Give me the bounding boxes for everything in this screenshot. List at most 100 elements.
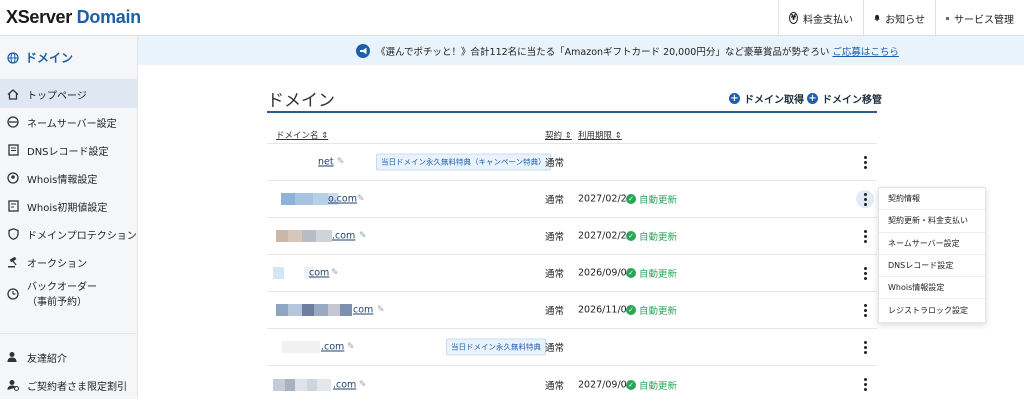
payment-button[interactable]: ¥ 料金支払い xyxy=(778,0,863,36)
row-menu-button[interactable] xyxy=(856,264,874,282)
sidebar-item-whois[interactable]: Whois情報設定 xyxy=(0,164,137,192)
auto-renew-status: ✓ 自動更新 xyxy=(626,192,677,206)
edit-pencil-icon[interactable]: ✎ xyxy=(377,305,385,315)
domain-name-link[interactable]: net xyxy=(318,157,334,168)
sidebar: ドメイン トップページ ネームサーバー設定 DNSレコード設定 Whois情報設… xyxy=(0,36,138,399)
bell-icon xyxy=(874,14,880,22)
row-menu-button[interactable] xyxy=(856,227,874,245)
notice-button[interactable]: お知らせ xyxy=(863,0,935,36)
contract-status: 通常 xyxy=(545,306,565,317)
menu-item-nameserver[interactable]: ネームサーバー設定 xyxy=(879,233,985,255)
edit-pencil-icon[interactable]: ✎ xyxy=(337,157,345,167)
top-header: XServer Domain ¥ 料金支払い お知らせ サービス管理 xyxy=(0,0,1024,36)
check-circle-icon: ✓ xyxy=(626,268,636,278)
sidebar-item-auction[interactable]: オークション xyxy=(0,248,137,276)
expiry-date: 2026/09/09 xyxy=(578,267,633,279)
auto-renew-status: ✓ 自動更新 xyxy=(626,266,677,280)
dns-record-icon xyxy=(7,144,19,156)
menu-item-dns-record[interactable]: DNSレコード設定 xyxy=(879,255,985,278)
edit-pencil-icon[interactable]: ✎ xyxy=(359,380,367,390)
contract-status: 通常 xyxy=(545,380,565,392)
auto-renew-status: ✓ 自動更新 xyxy=(626,229,677,243)
shield-icon xyxy=(7,228,19,240)
campaign-banner: 《選んでポチッと！》合計112名に当たる「Amazonギフトカード 20,000… xyxy=(138,36,1024,65)
transfer-domain-button[interactable]: + ドメイン移管 xyxy=(807,91,882,106)
sidebar-item-friend-referral[interactable]: 友達紹介 xyxy=(0,343,137,371)
contract-status: 通常 xyxy=(545,195,565,206)
plus-circle-icon: + xyxy=(807,93,818,104)
check-circle-icon: ✓ xyxy=(626,305,636,315)
domain-name-link[interactable]: .com xyxy=(321,342,344,353)
row-menu-button[interactable] xyxy=(856,301,874,319)
campaign-tag: 当日ドメイン永久無料特典（キャンペーン特典） xyxy=(376,153,551,171)
sidebar-item-backorder[interactable]: バックオーダー （事前予約） xyxy=(0,280,137,316)
domain-name-link[interactable]: o.com xyxy=(328,194,357,205)
menu-item-contract-info[interactable]: 契約情報 xyxy=(879,188,985,211)
sidebar-item-member-discount[interactable]: ご契約者さま限定割引 xyxy=(0,371,137,399)
row-menu-button[interactable] xyxy=(856,338,874,356)
contract-status: 通常 xyxy=(545,232,565,243)
sidebar-item-top-page[interactable]: トップページ xyxy=(0,80,137,108)
sidebar-item-nameserver[interactable]: ネームサーバー設定 xyxy=(0,108,137,136)
check-circle-icon: ✓ xyxy=(626,379,636,390)
plus-circle-icon: + xyxy=(729,93,740,104)
contract-status: 通常 xyxy=(545,343,565,354)
table-row: com ✎ 通常 2026/11/01 ✓ 自動更新 xyxy=(267,292,877,329)
sidebar-item-domain-protection[interactable]: ドメインプロテクション xyxy=(0,220,137,248)
xserver-domain-logo[interactable]: XServer Domain xyxy=(6,7,141,28)
sidebar-item-whois-default[interactable]: Whois初期値設定 xyxy=(0,192,137,220)
contract-status: 通常 xyxy=(545,269,565,280)
blurred-domain xyxy=(273,378,331,391)
discount-icon xyxy=(7,379,19,391)
expiry-date: 2027/02/28 xyxy=(578,230,633,242)
sidebar-title[interactable]: ドメイン xyxy=(0,36,138,80)
row-menu-button[interactable] xyxy=(856,190,874,208)
column-contract[interactable]: 契約 ⇕ xyxy=(545,129,572,141)
campaign-tag: 当日ドメイン永久無料特典 xyxy=(446,338,546,356)
expiry-date: 2026/11/01 xyxy=(578,304,633,316)
column-expiry[interactable]: 利用期限 ⇕ xyxy=(578,129,622,141)
edit-pencil-icon[interactable]: ✎ xyxy=(331,268,339,278)
sidebar-item-dns-record[interactable]: DNSレコード設定 xyxy=(0,136,137,164)
megaphone-icon xyxy=(356,43,370,58)
row-menu-button[interactable] xyxy=(856,153,874,171)
edit-pencil-icon[interactable]: ✎ xyxy=(357,194,365,204)
check-circle-icon: ✓ xyxy=(626,231,636,241)
domain-name-link[interactable]: com xyxy=(353,305,373,316)
domain-name-link[interactable]: .com xyxy=(333,379,356,390)
whois-default-icon xyxy=(7,200,19,212)
auto-renew-status: ✓ 自動更新 xyxy=(626,378,677,392)
whois-icon xyxy=(7,172,19,184)
table-row: .com ✎ 当日ドメイン永久無料特典 通常 xyxy=(267,329,877,366)
expiry-date: 2027/09/09 xyxy=(578,379,633,390)
table-row: .com ✎ 通常 2027/09/09 ✓ 自動更新 xyxy=(267,366,877,403)
grid-icon xyxy=(946,16,949,20)
sidebar-divider xyxy=(0,333,137,334)
nameserver-icon xyxy=(7,116,19,128)
menu-item-registrar-lock[interactable]: レジストラロック設定 xyxy=(879,299,985,321)
title-underline xyxy=(267,111,877,113)
campaign-apply-link[interactable]: ご応募はこちら xyxy=(832,44,899,58)
service-menu-button[interactable]: サービス管理 xyxy=(935,0,1024,36)
expiry-date: 2027/02/28 xyxy=(578,193,633,205)
blurred-domain xyxy=(273,267,314,279)
blurred-domain xyxy=(282,341,320,353)
domain-name-link[interactable]: com xyxy=(309,268,329,279)
menu-item-whois[interactable]: Whois情報設定 xyxy=(879,277,985,300)
page-title: ドメイン xyxy=(267,91,335,111)
friend-icon xyxy=(7,351,19,363)
auto-renew-status: ✓ 自動更新 xyxy=(626,303,677,317)
table-row: o.com ✎ 通常 2027/02/28 ✓ 自動更新 xyxy=(267,181,877,218)
column-domain-name[interactable]: ドメイン名 ⇕ xyxy=(276,129,328,141)
domain-name-link[interactable]: .com xyxy=(332,231,355,242)
edit-pencil-icon[interactable]: ✎ xyxy=(359,231,367,241)
backorder-icon xyxy=(7,288,19,300)
acquire-domain-button[interactable]: + ドメイン取得 xyxy=(729,91,804,106)
menu-item-renewal-payment[interactable]: 契約更新・料金支払い xyxy=(879,210,985,233)
row-menu-button[interactable] xyxy=(856,376,874,394)
gavel-icon xyxy=(7,256,19,268)
edit-pencil-icon[interactable]: ✎ xyxy=(347,342,355,352)
domain-table-header: ドメイン名 ⇕ 契約 ⇕ 利用期限 ⇕ xyxy=(267,124,877,144)
table-row: com ✎ 通常 2026/09/09 ✓ 自動更新 xyxy=(267,255,877,292)
row-action-menu: 契約情報 契約更新・料金支払い ネームサーバー設定 DNSレコード設定 Whoi… xyxy=(878,187,986,323)
